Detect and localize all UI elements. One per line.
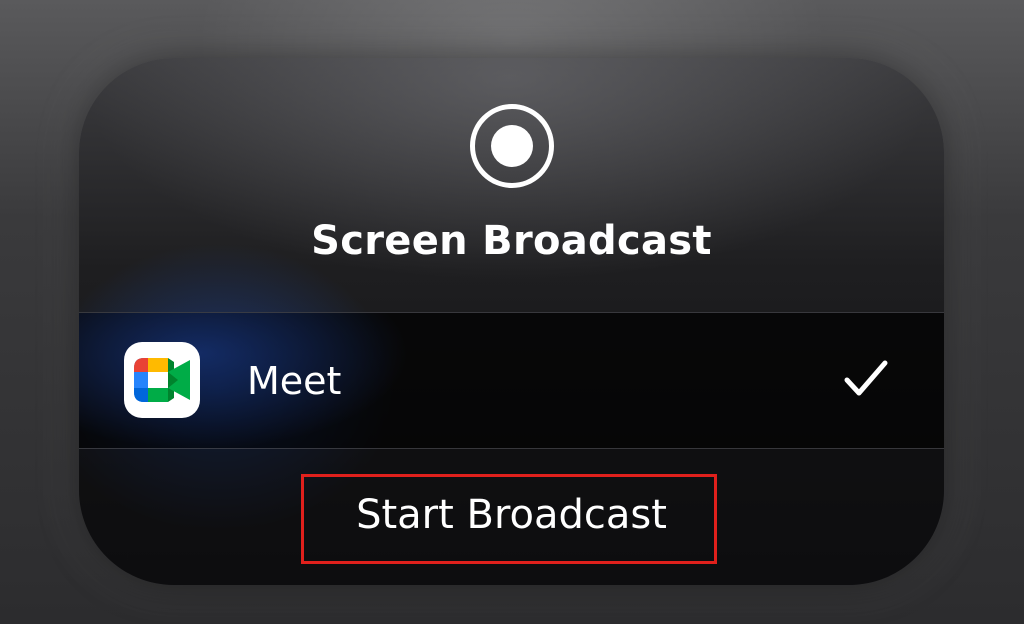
app-name-label: Meet [247,359,342,403]
app-list-item-meet[interactable]: Meet [79,312,944,450]
screen-broadcast-dialog: Screen Broadcast Meet Start Broadcast [79,58,944,585]
dialog-title: Screen Broadcast [311,218,712,264]
start-broadcast-button[interactable]: Start Broadcast [79,449,944,585]
record-dot [491,125,533,167]
checkmark-icon [844,360,888,396]
start-broadcast-label: Start Broadcast [356,492,667,538]
google-meet-icon [124,342,200,418]
record-icon [470,104,554,188]
